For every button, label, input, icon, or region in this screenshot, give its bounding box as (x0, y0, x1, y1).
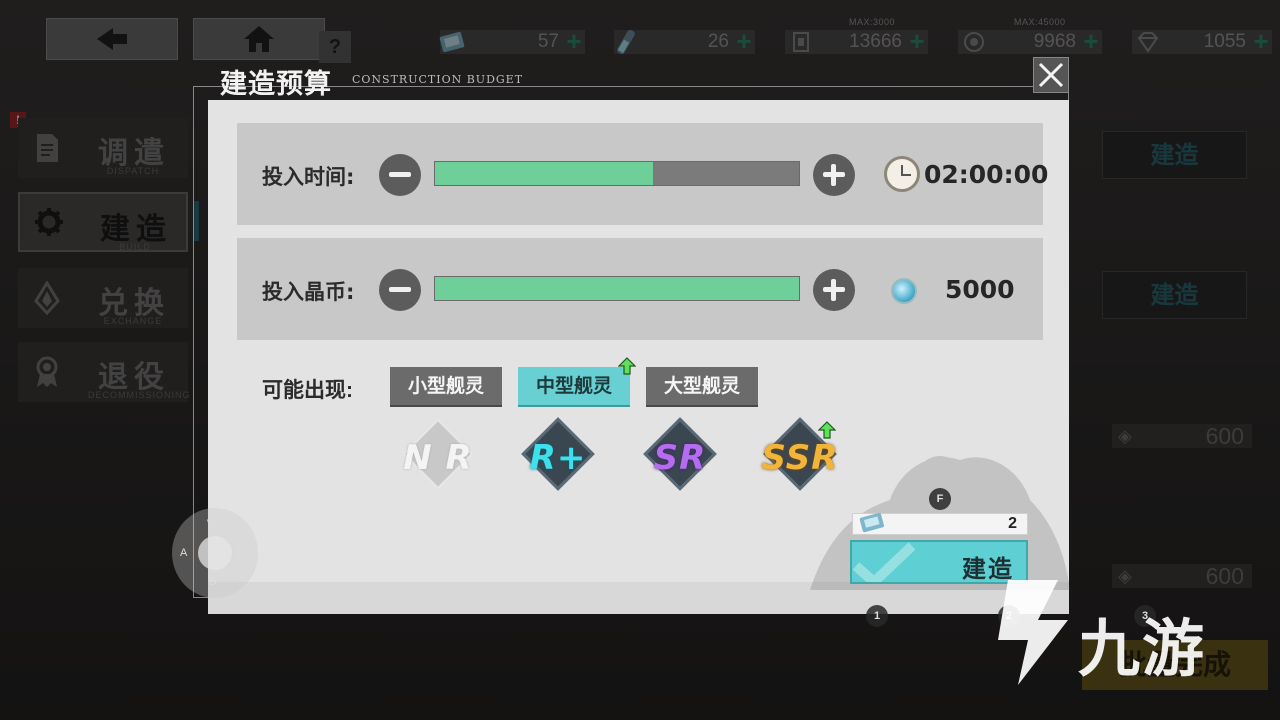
size-small-button[interactable]: 小型舰灵 (390, 367, 502, 405)
joystick-knob[interactable] (198, 536, 232, 570)
hotkey-hint-1: 1 (866, 605, 888, 627)
hotkey-hint-f: F (929, 488, 951, 510)
size-large-button[interactable]: 大型舰灵 (646, 367, 758, 405)
up-arrow-icon (818, 421, 836, 439)
time-increase-button[interactable] (813, 154, 855, 196)
time-slider-fill (435, 162, 654, 185)
time-decrease-button[interactable] (379, 154, 421, 196)
coin-label: 投入晶币: (262, 280, 355, 304)
watermark-text: 九游 (1078, 612, 1207, 685)
joystick-key-a: A (180, 547, 188, 559)
watermark-logo-icon (998, 580, 1068, 685)
size-medium-button[interactable]: 中型舰灵 (518, 367, 630, 405)
time-value: 02:00:00 (924, 160, 1049, 189)
modal-subtitle: CONSTRUCTION BUDGET (352, 73, 524, 86)
rarity-sr-label: SR (653, 438, 707, 478)
watermark: 九游 (978, 570, 1248, 690)
up-arrow-icon (618, 357, 636, 375)
rarity-nr-label: N R (403, 438, 473, 478)
rarity-nr: N R (392, 417, 484, 492)
close-button[interactable] (1033, 57, 1069, 93)
coin-increase-button[interactable] (813, 269, 855, 311)
check-decoration-icon (852, 542, 916, 582)
coin-slider[interactable] (434, 276, 800, 301)
joystick-key-s: S (209, 576, 217, 588)
close-icon (1038, 62, 1064, 88)
clock-icon (884, 156, 920, 192)
time-row: 投入时间: 02:00:00 (237, 123, 1048, 225)
rarity-sr: SR (634, 417, 726, 492)
modal-title: 建造预算 (220, 69, 332, 100)
coin-decrease-button[interactable] (379, 269, 421, 311)
rarity-rplus-label: R+ (529, 438, 587, 478)
joystick-key-d: D (237, 547, 245, 559)
build-ticket-icon (859, 512, 884, 533)
coin-slider-fill (435, 277, 799, 300)
time-slider[interactable] (434, 161, 800, 186)
coin-value: 5000 (945, 275, 1015, 304)
joystick-key-w: W (207, 518, 218, 530)
possible-label: 可能出现: (262, 379, 353, 402)
coin-row: 投入晶币: 5000 (237, 238, 1043, 340)
time-label: 投入时间: (262, 165, 355, 189)
ticket-cost: 2 (852, 512, 1028, 535)
ticket-cost-value: 2 (1008, 515, 1017, 532)
crystal-coin-icon (891, 278, 917, 304)
rarity-rplus: R+ (512, 417, 604, 492)
